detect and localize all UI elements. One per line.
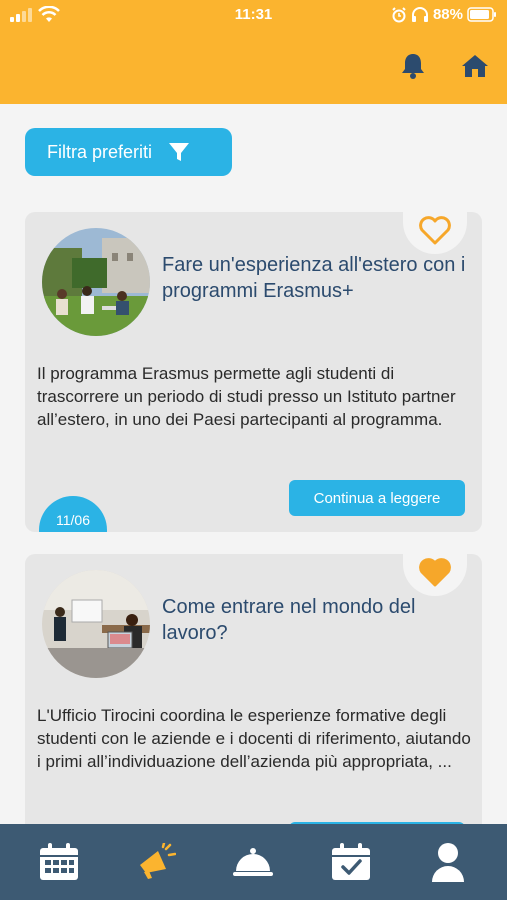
filter-label: Filtra preferiti	[47, 141, 153, 162]
card-excerpt: L'Ufficio Tirocini coordina le esperienz…	[37, 706, 471, 771]
nav-profile[interactable]	[423, 837, 473, 887]
header-actions	[399, 52, 489, 80]
nav-services[interactable]	[228, 837, 278, 887]
megaphone-icon	[140, 843, 177, 879]
news-card[interactable]: Come entrare nel mondo del lavoro? L'Uff…	[25, 554, 482, 854]
bottom-nav	[0, 824, 507, 900]
filter-favorites-button[interactable]: Filtra preferiti	[25, 128, 232, 176]
bell-icon[interactable]	[399, 52, 427, 80]
battery-percent: 88%	[432, 6, 463, 23]
status-bar: 11:31 88%	[0, 0, 507, 32]
nav-news[interactable]	[131, 837, 181, 887]
card-excerpt: Il programma Erasmus permette agli stude…	[37, 364, 456, 429]
calendar-icon	[39, 843, 78, 880]
cloche-icon	[233, 848, 274, 876]
user-icon	[432, 843, 465, 882]
filter-icon	[169, 143, 190, 161]
card-thumbnail	[42, 570, 150, 678]
headphones-icon	[411, 6, 428, 22]
news-card[interactable]: Fare un'esperienza all'estero con i prog…	[25, 212, 482, 532]
date-badge: 11/06	[39, 496, 107, 532]
battery-icon	[467, 7, 496, 22]
card-thumbnail	[42, 228, 150, 336]
card-title[interactable]: Come entrare nel mondo del lavoro?	[162, 594, 472, 646]
calendar-check-icon	[331, 843, 370, 880]
read-more-button[interactable]: Continua a leggere	[289, 480, 465, 516]
nav-events[interactable]	[326, 837, 376, 887]
app-header: 11:31 88%	[0, 0, 507, 104]
card-title[interactable]: Fare un'esperienza all'estero con i prog…	[162, 252, 472, 304]
alarm-icon	[392, 6, 406, 22]
heart-filled-icon	[419, 558, 451, 587]
status-right: 88%	[391, 6, 497, 23]
home-icon[interactable]	[461, 52, 489, 80]
nav-calendar[interactable]	[34, 837, 84, 887]
heart-outline-icon	[419, 216, 451, 245]
